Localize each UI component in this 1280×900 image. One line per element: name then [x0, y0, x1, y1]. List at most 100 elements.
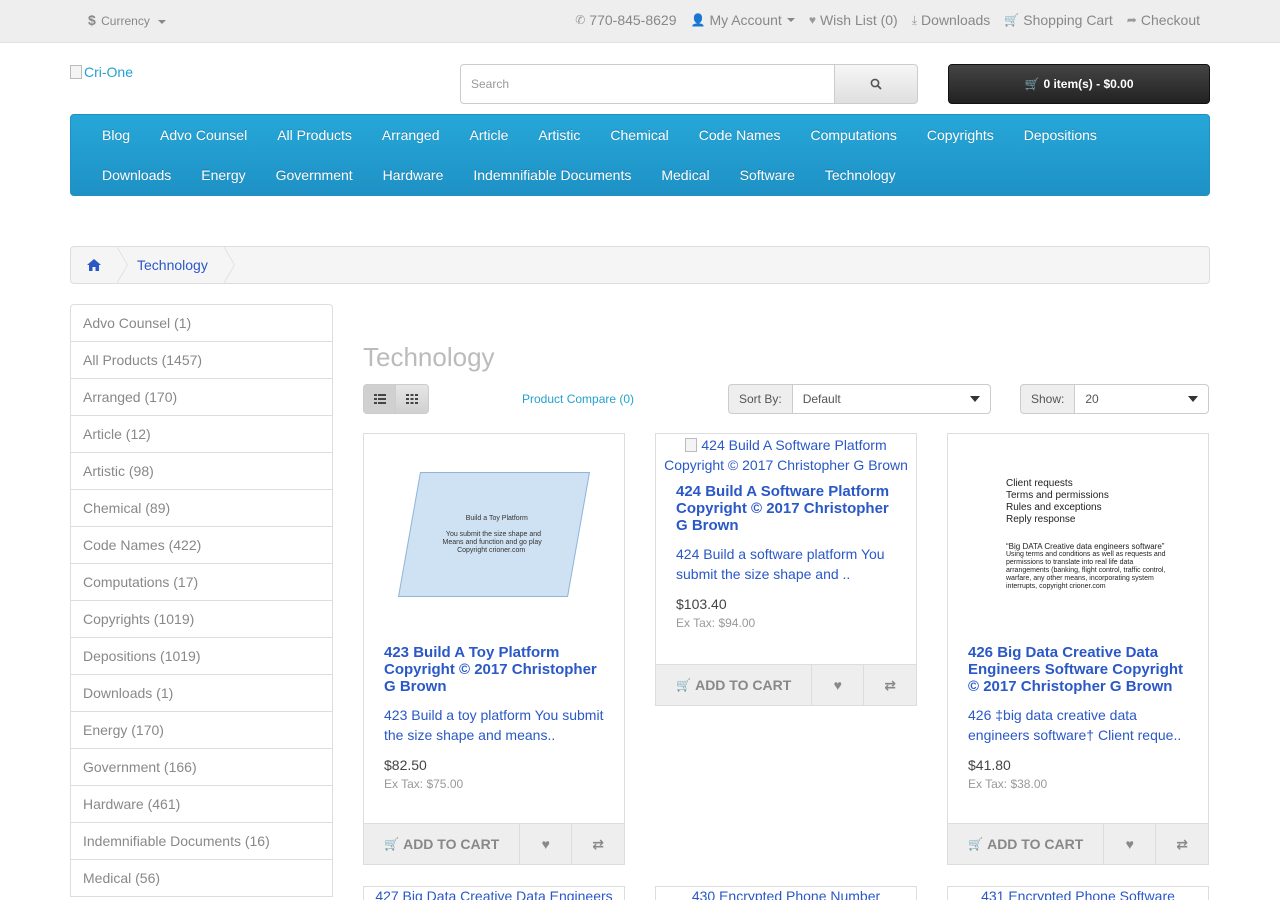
user-icon: 👤 [690, 13, 706, 27]
cart-icon: 🛒 [1024, 77, 1040, 91]
menu-item-blog[interactable]: Blog [87, 115, 145, 155]
add-to-cart-button[interactable]: 🛒 ADD TO CART [948, 824, 1105, 864]
search-icon [870, 78, 882, 90]
broken-image-icon [685, 438, 698, 452]
sidebar-item-chemical[interactable]: Chemical (89) [71, 490, 332, 527]
sort-control: Sort By: Default [728, 384, 991, 414]
image-text: Copyright crioner.com [457, 546, 526, 553]
menu-item-copyrights[interactable]: Copyrights [912, 115, 1009, 155]
sidebar-item-indemnifiable-documents[interactable]: Indemnifiable Documents (16) [71, 823, 332, 860]
grid-view-button[interactable] [396, 384, 429, 414]
sidebar-item-computations[interactable]: Computations (17) [71, 564, 332, 601]
product-description: 424 Build a software platform You submit… [676, 546, 885, 582]
sidebar-item-depositions[interactable]: Depositions (1019) [71, 638, 332, 675]
sidebar-item-downloads[interactable]: Downloads (1) [71, 675, 332, 712]
cart-icon: 🛒 [676, 678, 692, 692]
search-button[interactable] [835, 64, 918, 104]
add-to-wishlist-button[interactable]: ♥ [520, 824, 573, 864]
add-to-cart-button[interactable]: 🛒 ADD TO CART [364, 824, 521, 864]
sidebar-item-energy[interactable]: Energy (170) [71, 712, 332, 749]
view-toggle [363, 384, 429, 414]
sidebar-item-government[interactable]: Government (166) [71, 749, 332, 786]
list-view-button[interactable] [363, 384, 396, 414]
sidebar-item-arranged[interactable]: Arranged (170) [71, 379, 332, 416]
compare-button[interactable]: ⇄ [864, 665, 916, 705]
menu-item-all-products[interactable]: All Products [262, 115, 367, 155]
product-title[interactable]: 423 Build A Toy Platform Copyright © 201… [384, 644, 604, 695]
product-card-partial[interactable]: 431 Encrypted Phone Software [947, 886, 1209, 900]
menu-item-downloads[interactable]: Downloads [87, 155, 186, 195]
my-account-dropdown[interactable]: 👤 My Account [690, 12, 795, 28]
menu-row-2: Downloads Energy Government Hardware Ind… [87, 155, 911, 195]
menu-item-government[interactable]: Government [261, 155, 368, 195]
logo-link[interactable]: Cri-One [70, 64, 133, 80]
image-text: “Big DATA Creative data engineers softwa… [1006, 541, 1165, 551]
chevron-down-icon [969, 396, 980, 402]
show-value: 20 [1085, 392, 1099, 406]
big-data-image: Client requests Terms and permissions Ru… [978, 478, 1178, 591]
chevron-down-icon [1188, 396, 1199, 402]
breadcrumb-home[interactable] [71, 247, 117, 283]
add-to-wishlist-button[interactable]: ♥ [1104, 824, 1157, 864]
sidebar-item-all-products[interactable]: All Products (1457) [71, 342, 332, 379]
home-icon [87, 259, 101, 271]
menu-item-hardware[interactable]: Hardware [368, 155, 459, 195]
downloads-link[interactable]: ⤓ Downloads [912, 12, 991, 28]
menu-item-depositions[interactable]: Depositions [1009, 115, 1112, 155]
product-card: Build a Toy Platform You submit the size… [363, 433, 625, 865]
menu-item-chemical[interactable]: Chemical [595, 115, 683, 155]
sidebar-item-artistic[interactable]: Artistic (98) [71, 453, 332, 490]
phone-link[interactable]: ✆ 770-845-8629 [575, 12, 676, 28]
search-input[interactable] [460, 64, 835, 104]
menu-item-code-names[interactable]: Code Names [684, 115, 796, 155]
product-image[interactable]: Build a Toy Platform You submit the size… [364, 434, 624, 634]
cart-icon: 🛒 [384, 837, 400, 851]
menu-item-software[interactable]: Software [725, 155, 810, 195]
menu-item-computations[interactable]: Computations [795, 115, 911, 155]
image-text: Reply response [1006, 513, 1076, 525]
product-title[interactable]: 424 Build A Software Platform Copyright … [676, 483, 896, 534]
compare-button[interactable]: ⇄ [572, 824, 624, 864]
sidebar-item-medical[interactable]: Medical (56) [71, 860, 332, 897]
add-to-cart-button[interactable]: 🛒 ADD TO CART [656, 665, 813, 705]
breadcrumb-technology[interactable]: Technology [117, 247, 224, 283]
search-bar [460, 64, 918, 104]
wishlist-link[interactable]: ♥ Wish List (0) [809, 12, 898, 28]
image-alt-text: 427 Big Data Creative Data Engineers [375, 888, 613, 900]
product-image[interactable]: Client requests Terms and permissions Ru… [948, 434, 1208, 634]
add-to-cart-label: ADD TO CART [403, 836, 500, 852]
product-image[interactable]: 424 Build A Software Platform Copyright … [656, 434, 916, 475]
compare-button[interactable]: ⇄ [1156, 824, 1208, 864]
product-compare-link[interactable]: Product Compare (0) [522, 392, 634, 406]
heart-icon: ♥ [833, 677, 842, 693]
add-to-wishlist-button[interactable]: ♥ [812, 665, 865, 705]
image-text: You submit the size shape and [446, 530, 542, 537]
shopping-cart-link[interactable]: 🛒 Shopping Cart [1004, 12, 1112, 28]
checkout-label: Checkout [1140, 12, 1200, 28]
breadcrumb: Technology [70, 246, 1210, 284]
menu-item-artistic[interactable]: Artistic [523, 115, 595, 155]
menu-item-advo-counsel[interactable]: Advo Counsel [145, 115, 262, 155]
sidebar-item-article[interactable]: Article (12) [71, 416, 332, 453]
checkout-link[interactable]: ➦ Checkout [1127, 12, 1200, 28]
menu-item-energy[interactable]: Energy [186, 155, 260, 195]
menu-item-article[interactable]: Article [455, 115, 524, 155]
menu-item-technology[interactable]: Technology [810, 155, 911, 195]
cart-button[interactable]: 🛒 0 item(s) - $0.00 [948, 64, 1210, 104]
product-card: 424 Build A Software Platform Copyright … [655, 433, 917, 706]
product-actions: 🛒 ADD TO CART ♥ ⇄ [363, 823, 625, 865]
logo-alt-text: Cri-One [84, 64, 134, 80]
sidebar-item-copyrights[interactable]: Copyrights (1019) [71, 601, 332, 638]
sort-select[interactable]: Default [791, 384, 991, 414]
product-title[interactable]: 426 Big Data Creative Data Engineers Sof… [968, 644, 1188, 695]
show-select[interactable]: 20 [1074, 384, 1210, 414]
sidebar-item-advo-counsel[interactable]: Advo Counsel (1) [71, 305, 332, 342]
currency-dropdown[interactable]: $ Currency [88, 12, 167, 28]
product-card-partial[interactable]: 430 Encrypted Phone Number [655, 886, 917, 900]
sidebar-item-hardware[interactable]: Hardware (461) [71, 786, 332, 823]
menu-item-indemnifiable-documents[interactable]: Indemnifiable Documents [458, 155, 646, 195]
menu-item-medical[interactable]: Medical [646, 155, 724, 195]
menu-item-arranged[interactable]: Arranged [367, 115, 455, 155]
sidebar-item-code-names[interactable]: Code Names (422) [71, 527, 332, 564]
product-card-partial[interactable]: 427 Big Data Creative Data Engineers [363, 886, 625, 900]
